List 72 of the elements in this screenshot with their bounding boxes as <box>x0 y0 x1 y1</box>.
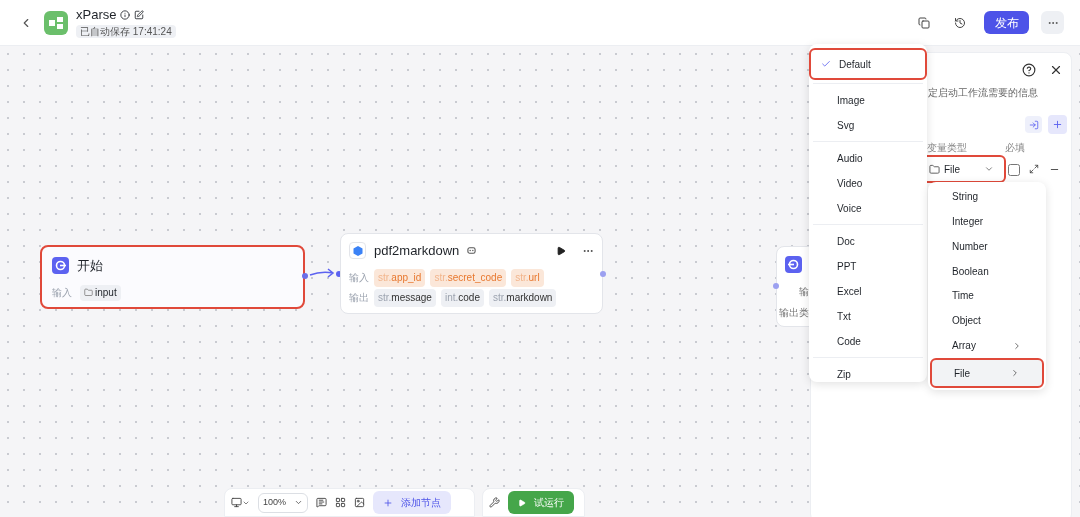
menu-item[interactable]: Number <box>930 233 1044 259</box>
menu-item[interactable]: Image <box>813 88 923 113</box>
play-icon <box>518 498 526 507</box>
output-label: 输出 <box>349 291 369 305</box>
param-tag: str.url <box>511 268 544 287</box>
menu-item[interactable]: Code <box>813 329 923 354</box>
import-button[interactable] <box>1025 116 1042 133</box>
add-button[interactable] <box>1048 115 1067 134</box>
menu-item[interactable]: Txt <box>813 304 923 329</box>
publish-button[interactable]: 发布 <box>984 11 1029 34</box>
robot-icon <box>467 246 477 256</box>
close-icon[interactable] <box>1049 63 1063 77</box>
menu-item[interactable]: PPT <box>813 254 923 279</box>
required-checkbox[interactable] <box>1008 164 1020 176</box>
plugin-icon <box>349 242 366 260</box>
import-icon <box>1028 119 1039 130</box>
menu-item[interactable]: Boolean <box>930 258 1044 284</box>
input-label: 输 <box>799 285 809 299</box>
menu-item[interactable]: Zip <box>813 362 923 387</box>
zoom-select[interactable]: 100% <box>258 492 308 513</box>
layout-button[interactable] <box>231 497 250 508</box>
input-label: 输入 <box>349 271 369 285</box>
param-tag: str.message <box>374 288 436 307</box>
comment-icon[interactable] <box>316 497 327 508</box>
input-label: 输入 <box>52 286 72 300</box>
check-icon <box>821 59 831 69</box>
app-logo-icon <box>44 10 68 35</box>
output-label: 输出类 <box>779 306 809 320</box>
folder-icon <box>929 163 940 175</box>
workflow-title: xParse <box>76 7 117 23</box>
image-icon[interactable] <box>354 497 365 508</box>
menu-item[interactable]: String <box>930 184 1044 209</box>
menu-item[interactable]: Doc <box>813 229 923 254</box>
menu-item[interactable]: Integer <box>930 208 1044 234</box>
param-tag: input <box>80 284 121 301</box>
help-icon[interactable] <box>1022 63 1036 77</box>
column-header: 变量类型 <box>927 141 967 155</box>
end-icon <box>785 256 802 273</box>
param-tag: int.code <box>440 288 484 307</box>
menu-item[interactable]: Default <box>809 48 927 80</box>
menu-item[interactable]: Excel <box>813 279 923 304</box>
node-title: pdf2markdown <box>374 242 460 260</box>
start-node[interactable]: 开始 输入 input <box>40 245 305 309</box>
node-title: 开始 <box>77 257 103 275</box>
chevron-down-icon <box>984 164 994 174</box>
add-node-button[interactable]: 添加节点 <box>373 491 451 514</box>
param-tag: str.markdown <box>488 288 557 307</box>
menu-item[interactable]: Array <box>930 333 1044 359</box>
panel-description: 定启动工作流需要的信息 <box>928 86 1038 100</box>
menu-item[interactable]: Svg <box>813 113 923 138</box>
tool-node[interactable]: pdf2markdown 输入 str.app_id str.secret_code str.url 输出 str.message int.code str.markdown <box>340 233 603 314</box>
start-icon <box>52 257 69 275</box>
info-icon <box>120 10 131 20</box>
menu-item[interactable]: File <box>930 358 1044 388</box>
connector-arrow <box>309 267 335 279</box>
menu-item[interactable]: Time <box>930 283 1044 309</box>
menu-item[interactable]: Voice <box>813 196 923 221</box>
chevron-down-icon <box>294 498 303 507</box>
plus-icon <box>383 497 393 508</box>
play-icon[interactable] <box>556 245 566 256</box>
edit-icon[interactable] <box>134 10 145 20</box>
folder-icon <box>84 288 93 297</box>
wrench-icon[interactable] <box>489 497 500 508</box>
param-tag: str.secret_code <box>430 268 507 287</box>
monitor-icon <box>231 497 242 508</box>
param-tag: str.app_id <box>374 268 426 287</box>
menu-item[interactable]: Object <box>930 308 1044 334</box>
plus-icon <box>1052 119 1063 130</box>
autosave-badge: 已自动保存 17:41:24 <box>76 25 176 38</box>
column-header: 必填 <box>1005 141 1025 155</box>
grid-icon[interactable] <box>335 497 346 508</box>
expand-icon[interactable] <box>1029 164 1039 174</box>
